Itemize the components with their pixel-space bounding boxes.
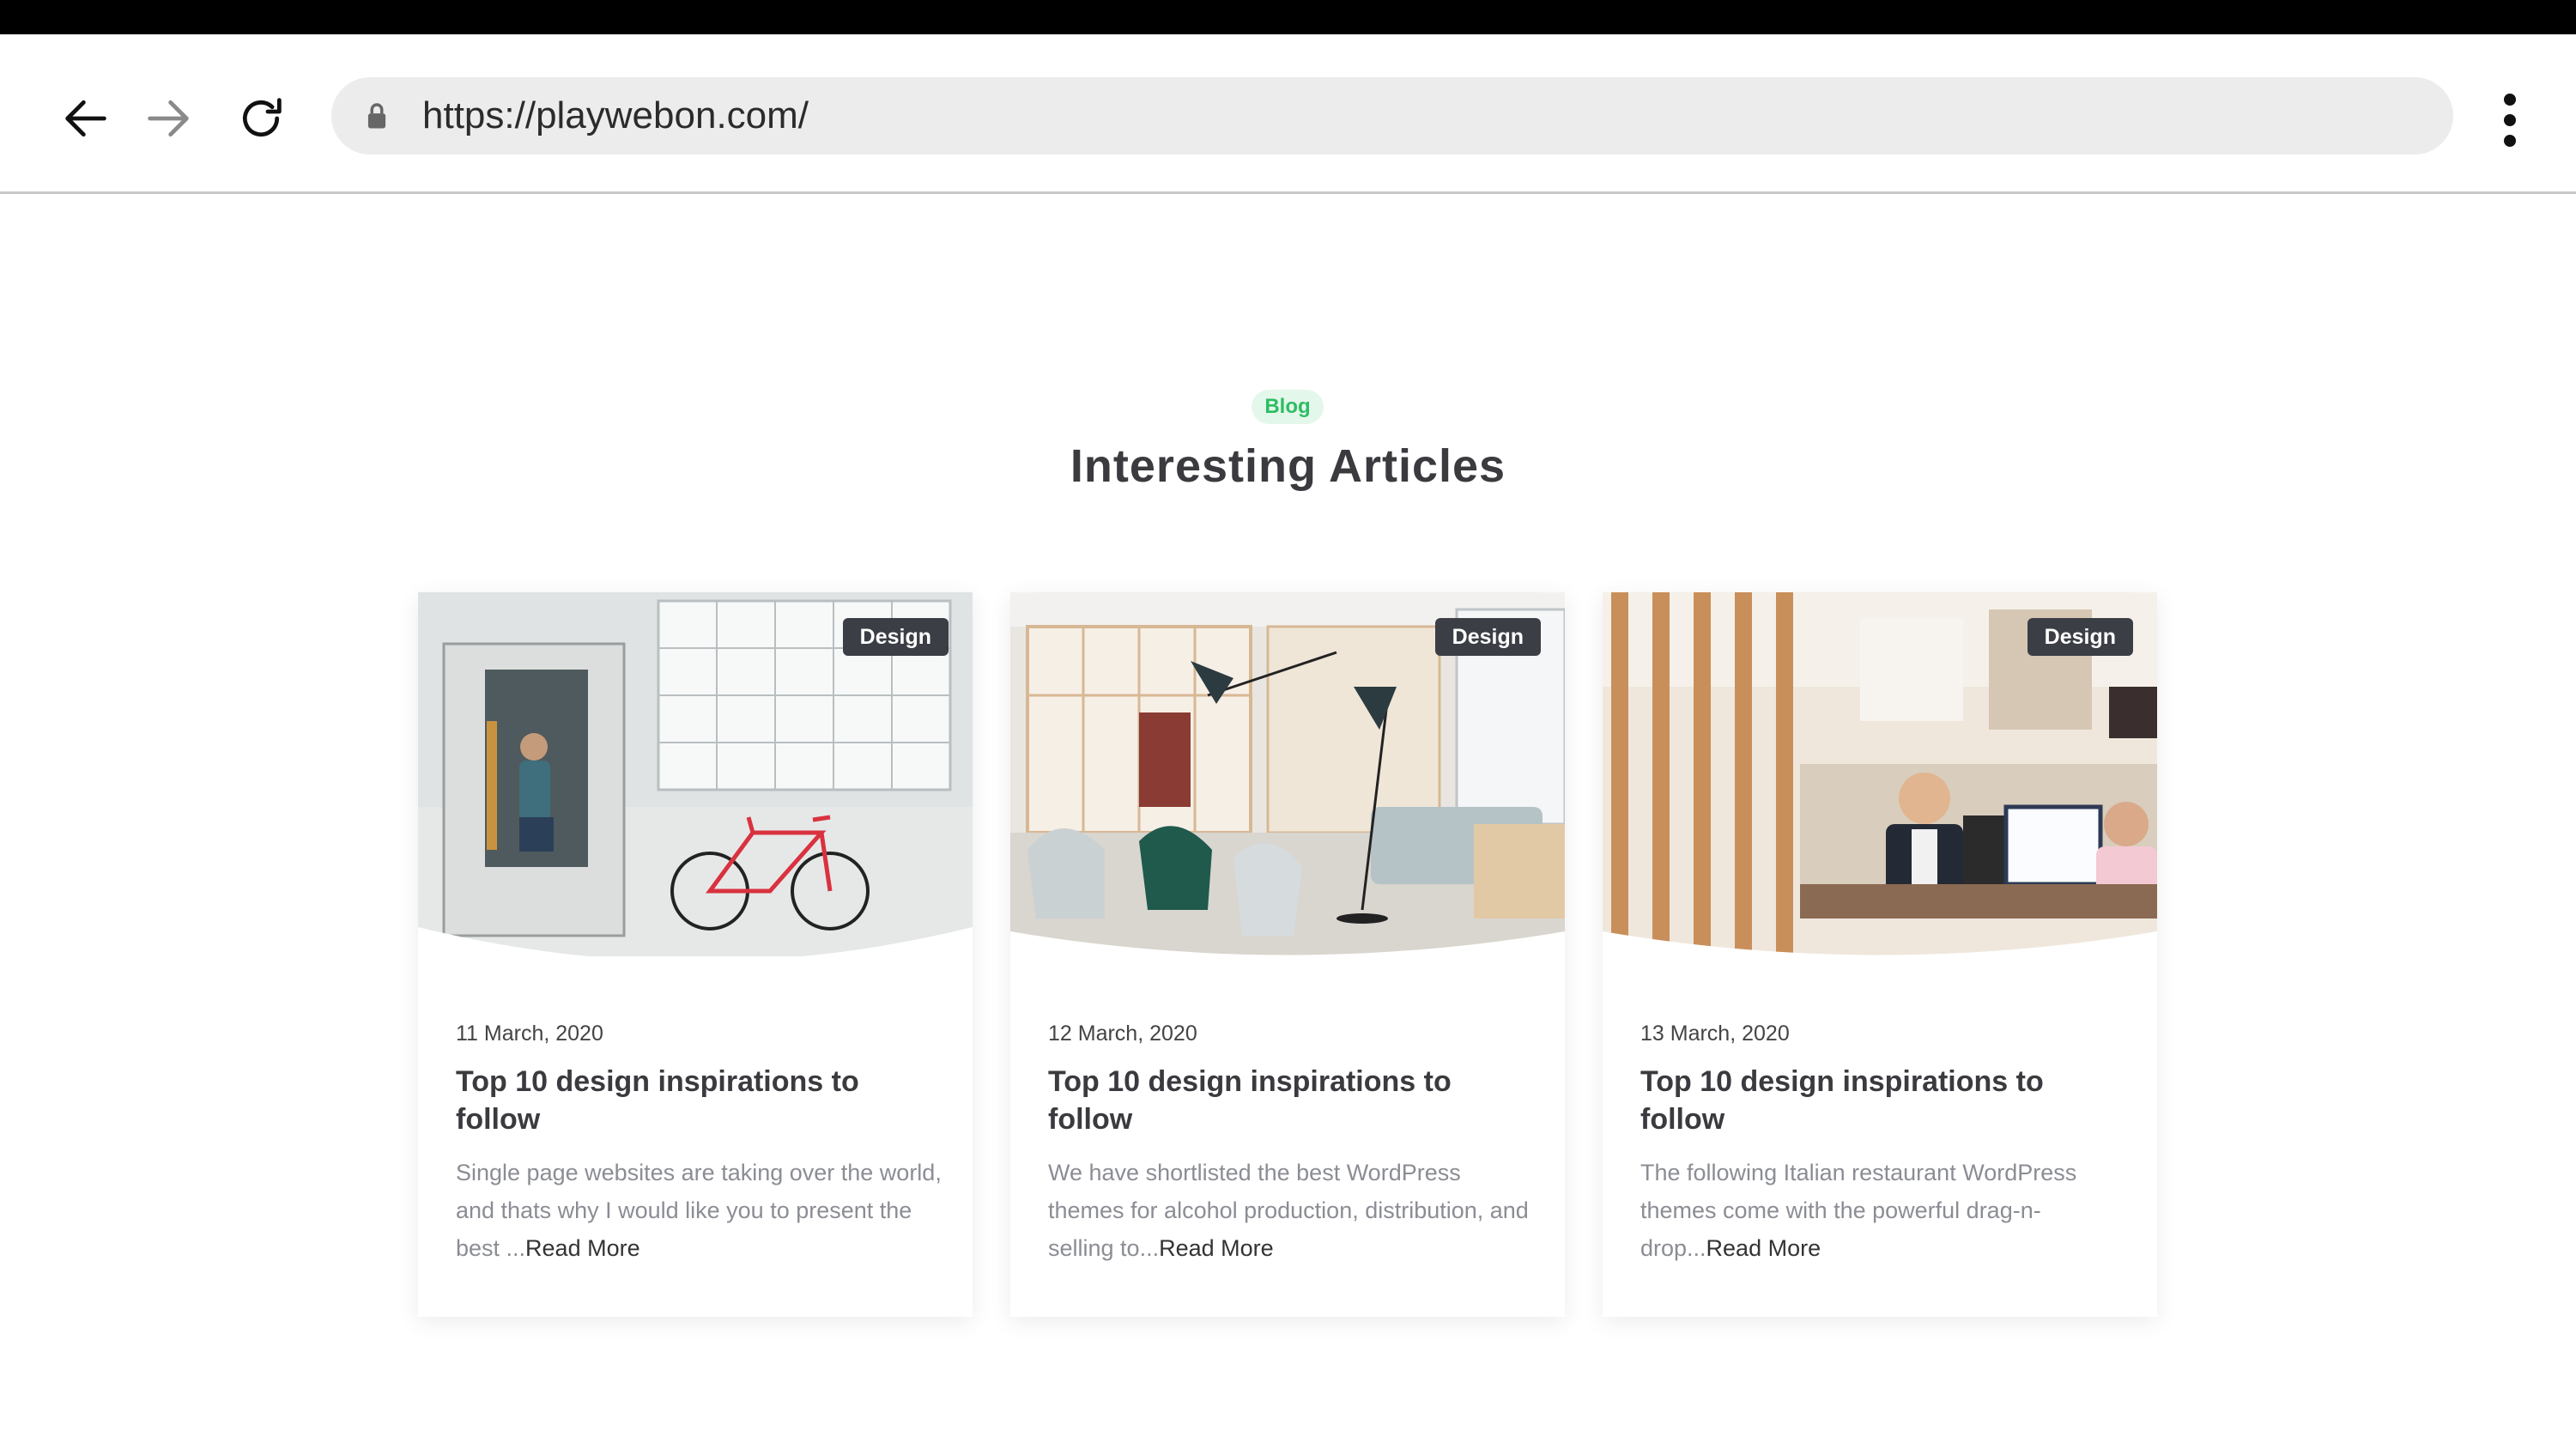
category-tag[interactable]: Design (2027, 618, 2133, 656)
address-bar[interactable]: https://playwebon.com/ (331, 77, 2453, 155)
article-card[interactable]: Design 13 March, 2020 Top 10 design insp… (1603, 592, 2157, 1317)
read-more-link[interactable]: Read More (1706, 1235, 1821, 1261)
forward-button[interactable] (134, 84, 203, 153)
article-image[interactable]: Design (1010, 592, 1565, 956)
article-image[interactable]: Design (418, 592, 973, 956)
more-vertical-icon[interactable] (2486, 86, 2534, 155)
url-text[interactable]: https://playwebon.com/ (422, 94, 809, 137)
section-badge: Blog (1252, 390, 1324, 424)
article-date: 13 March, 2020 (1640, 1022, 1790, 1046)
reload-button[interactable] (227, 84, 295, 153)
article-excerpt: We have shortlisted the best WordPress t… (1048, 1154, 1537, 1267)
article-excerpt: The following Italian restaurant WordPre… (1640, 1154, 2130, 1267)
read-more-link[interactable]: Read More (1159, 1235, 1274, 1261)
section-title: Interesting Articles (1070, 440, 1506, 492)
lock-icon (366, 94, 397, 137)
back-arrow-icon (65, 100, 106, 137)
reload-icon (242, 98, 282, 137)
article-date: 11 March, 2020 (456, 1022, 603, 1046)
article-excerpt: Single page websites are taking over the… (456, 1154, 945, 1267)
article-image[interactable]: Design (1603, 592, 2157, 956)
article-title[interactable]: Top 10 design inspirations to follow (1048, 1063, 1529, 1138)
article-title[interactable]: Top 10 design inspirations to follow (456, 1063, 936, 1138)
back-button[interactable] (52, 84, 120, 153)
forward-arrow-icon (148, 100, 189, 137)
system-top-bar (0, 0, 2576, 34)
excerpt-text: We have shortlisted the best WordPress t… (1048, 1160, 1529, 1261)
category-tag[interactable]: Design (1434, 618, 1541, 656)
article-date: 12 March, 2020 (1048, 1022, 1197, 1046)
category-tag[interactable]: Design (842, 618, 949, 656)
browser-toolbar: https://playwebon.com/ (0, 34, 2576, 194)
article-card[interactable]: Design 11 March, 2020 Top 10 design insp… (418, 592, 973, 1317)
article-card[interactable]: Design 12 March, 2020 Top 10 design insp… (1010, 592, 1565, 1317)
article-title[interactable]: Top 10 design inspirations to follow (1640, 1063, 2121, 1138)
read-more-link[interactable]: Read More (525, 1235, 640, 1261)
